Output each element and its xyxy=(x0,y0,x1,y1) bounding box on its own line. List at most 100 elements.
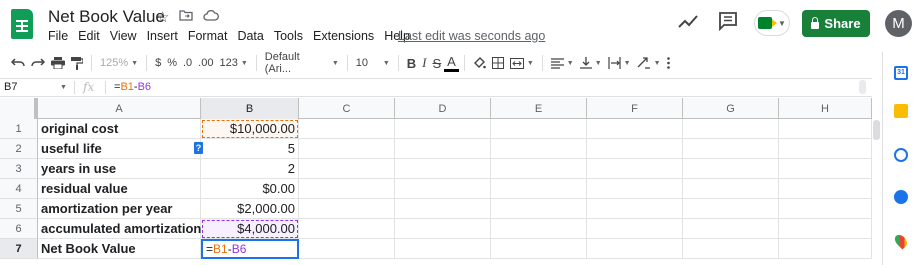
merge-cells-button[interactable]: ▼ xyxy=(507,53,537,73)
empty-cell[interactable] xyxy=(683,199,779,219)
horizontal-align-button[interactable]: ▼ xyxy=(548,53,577,73)
empty-cell[interactable] xyxy=(491,119,587,139)
menu-view[interactable]: View xyxy=(110,29,137,43)
empty-cell[interactable] xyxy=(395,179,491,199)
column-header-f[interactable]: F xyxy=(587,98,683,119)
empty-cell[interactable] xyxy=(491,199,587,219)
meet-button[interactable]: ▼ xyxy=(754,10,790,36)
cell-a3[interactable]: years in use xyxy=(38,159,201,179)
empty-cell[interactable] xyxy=(587,239,683,259)
row-header[interactable]: 5 xyxy=(0,199,38,219)
row-header[interactable]: 2 xyxy=(0,139,38,159)
cell-b3[interactable]: 2 xyxy=(201,159,299,179)
empty-cell[interactable] xyxy=(587,139,683,159)
redo-icon[interactable] xyxy=(28,53,48,73)
document-title[interactable]: Net Book Value xyxy=(48,7,165,27)
column-header-e[interactable]: E xyxy=(491,98,587,119)
empty-cell[interactable] xyxy=(683,239,779,259)
cell-b4[interactable]: $0.00 xyxy=(201,179,299,199)
empty-cell[interactable] xyxy=(587,159,683,179)
last-edit-link[interactable]: Last edit was seconds ago xyxy=(398,29,545,43)
vertical-align-button[interactable]: ▼ xyxy=(577,53,605,73)
empty-cell[interactable] xyxy=(683,179,779,199)
text-wrap-button[interactable]: ▼ xyxy=(605,53,634,73)
increase-decimal-button[interactable]: .00 xyxy=(195,53,216,73)
empty-cell[interactable] xyxy=(779,159,872,179)
empty-cell[interactable] xyxy=(299,179,395,199)
vertical-scrollbar-thumb[interactable] xyxy=(873,120,880,140)
star-icon[interactable]: ☆ xyxy=(156,8,169,26)
name-box[interactable]: B7 ▼ xyxy=(0,79,72,96)
empty-cell[interactable] xyxy=(779,179,872,199)
menu-insert[interactable]: Insert xyxy=(147,29,178,43)
strikethrough-button[interactable]: S xyxy=(430,53,445,73)
cell-a6[interactable]: accumulated amortization xyxy=(38,219,201,239)
empty-cell[interactable] xyxy=(683,219,779,239)
column-header-h[interactable]: H xyxy=(779,98,872,119)
undo-icon[interactable] xyxy=(8,53,28,73)
empty-cell[interactable] xyxy=(587,179,683,199)
bold-button[interactable]: B xyxy=(404,53,419,73)
empty-cell[interactable] xyxy=(779,219,872,239)
cell-b2[interactable]: 5 xyxy=(201,139,299,159)
empty-cell[interactable] xyxy=(299,139,395,159)
font-size-select[interactable]: 10 ▼ xyxy=(353,53,393,73)
share-button[interactable]: Share xyxy=(802,10,870,37)
formula-help-button[interactable]: ? xyxy=(194,142,203,154)
more-formats-button[interactable]: 123 ▼ xyxy=(216,53,250,73)
cell-b1[interactable]: $10,000.00 xyxy=(201,119,299,139)
empty-cell[interactable] xyxy=(491,159,587,179)
italic-button[interactable]: I xyxy=(419,53,429,73)
cell-a7[interactable]: Net Book Value xyxy=(38,239,201,259)
empty-cell[interactable] xyxy=(395,199,491,219)
empty-cell[interactable] xyxy=(299,239,395,259)
activity-trend-icon[interactable] xyxy=(678,12,698,30)
decrease-decimal-button[interactable]: .0 xyxy=(180,53,195,73)
empty-cell[interactable] xyxy=(395,119,491,139)
empty-cell[interactable] xyxy=(491,139,587,159)
empty-cell[interactable] xyxy=(395,239,491,259)
more-options-icon[interactable] xyxy=(664,53,673,73)
empty-cell[interactable] xyxy=(395,159,491,179)
menu-data[interactable]: Data xyxy=(237,29,263,43)
menu-format[interactable]: Format xyxy=(188,29,228,43)
cell-a4[interactable]: residual value xyxy=(38,179,201,199)
row-header[interactable]: 4 xyxy=(0,179,38,199)
empty-cell[interactable] xyxy=(587,199,683,219)
formula-input[interactable]: =B1-B6 xyxy=(114,81,151,93)
empty-cell[interactable] xyxy=(779,199,872,219)
borders-icon[interactable] xyxy=(489,53,507,73)
empty-cell[interactable] xyxy=(299,199,395,219)
row-header[interactable]: 3 xyxy=(0,159,38,179)
empty-cell[interactable] xyxy=(779,119,872,139)
menu-tools[interactable]: Tools xyxy=(274,29,303,43)
calendar-icon[interactable]: 31 xyxy=(894,66,908,80)
maps-icon[interactable] xyxy=(892,232,910,250)
menu-file[interactable]: File xyxy=(48,29,68,43)
percent-format-button[interactable]: % xyxy=(164,53,180,73)
select-all-corner[interactable] xyxy=(0,98,38,119)
keep-icon[interactable] xyxy=(894,104,908,118)
font-select[interactable]: Default (Ari... ▼ xyxy=(262,51,342,75)
move-folder-icon[interactable] xyxy=(179,8,194,26)
empty-cell[interactable] xyxy=(683,139,779,159)
zoom-select[interactable]: 125% ▼ xyxy=(97,53,141,73)
tasks-icon[interactable] xyxy=(894,148,908,162)
cell-a1[interactable]: original cost xyxy=(38,119,201,139)
empty-cell[interactable] xyxy=(299,119,395,139)
text-color-button[interactable]: A xyxy=(444,54,459,72)
row-header[interactable]: 7 xyxy=(0,239,38,259)
empty-cell[interactable] xyxy=(395,139,491,159)
contacts-icon[interactable] xyxy=(894,190,908,204)
cell-b6[interactable]: $4,000.00 xyxy=(201,219,299,239)
empty-cell[interactable] xyxy=(779,139,872,159)
paint-format-icon[interactable] xyxy=(68,53,86,73)
empty-cell[interactable] xyxy=(299,219,395,239)
column-header-d[interactable]: D xyxy=(395,98,491,119)
currency-format-button[interactable]: $ xyxy=(152,53,164,73)
menu-extensions[interactable]: Extensions xyxy=(313,29,374,43)
empty-cell[interactable] xyxy=(299,159,395,179)
empty-cell[interactable] xyxy=(587,119,683,139)
text-rotation-button[interactable]: ▼ xyxy=(634,53,664,73)
column-header-a[interactable]: A xyxy=(38,98,201,119)
